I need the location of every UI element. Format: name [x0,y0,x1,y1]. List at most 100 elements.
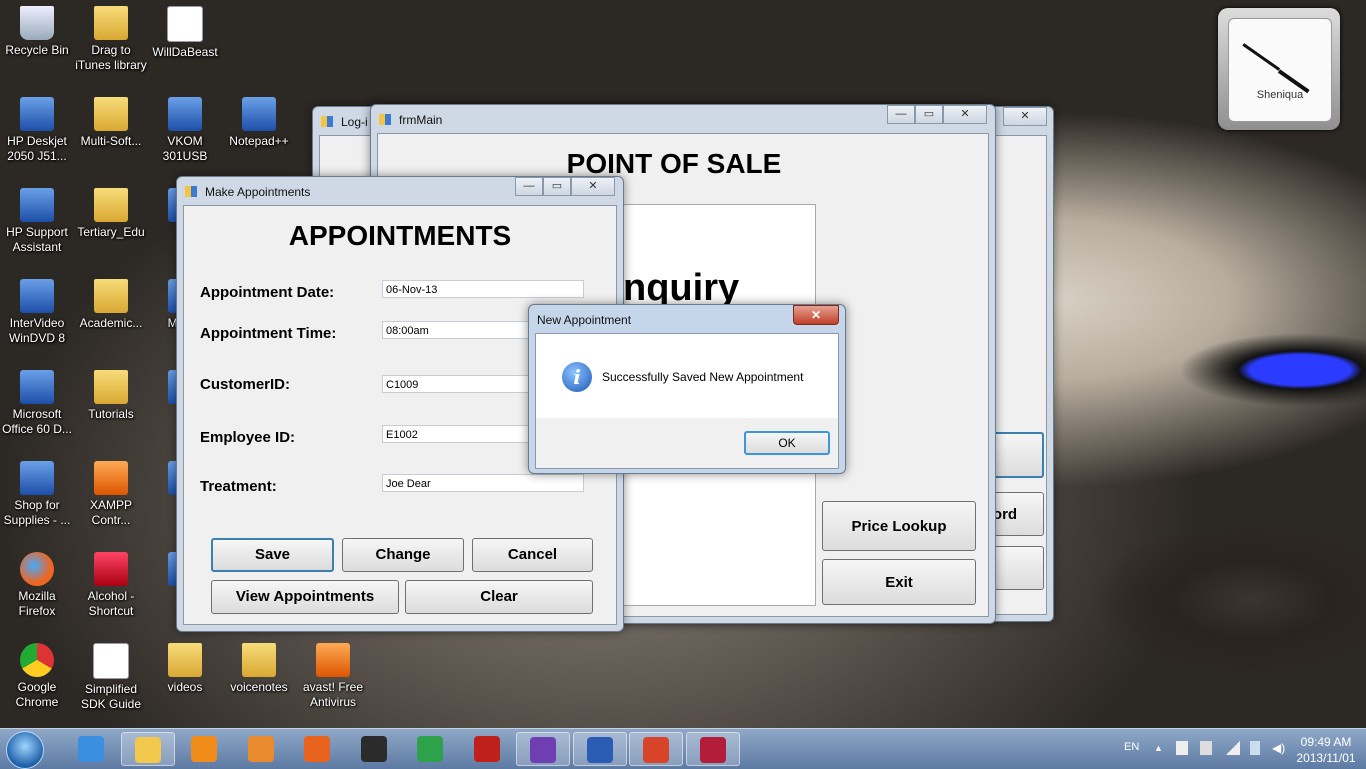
power-icon[interactable] [1250,741,1260,755]
appointments-close-button[interactable]: ✕ [571,177,615,196]
save-button[interactable]: Save [211,538,334,572]
desktop-icon[interactable]: voicenotes [221,643,297,695]
flag-icon[interactable] [1176,741,1188,755]
taskbar-item[interactable] [177,732,231,766]
appointments-maximize-button[interactable]: ▭ [543,177,571,196]
desktop-icon[interactable]: Google Chrome [0,643,75,710]
desktop-icon[interactable]: avast! Free Antivirus [295,643,371,710]
desktop-icon-label: XAMPP Contr... [89,498,132,527]
taskbar-item[interactable] [347,732,401,766]
exit-button[interactable]: Exit [822,559,976,605]
main-minimize-button[interactable]: — [887,105,915,124]
language-indicator[interactable]: EN [1124,741,1139,753]
desktop-icon-label: Microsoft Office 60 D... [2,407,72,436]
clock-gadget[interactable]: Sheniqua [1218,8,1340,130]
desktop-icon[interactable]: InterVideo WinDVD 8 [0,279,75,346]
taskbar-item[interactable] [685,732,740,766]
taskbar-item[interactable] [572,732,627,766]
taskbar-item[interactable] [120,732,175,766]
appointments-titlebar[interactable]: Make Appointments — ▭ ✕ [177,177,623,205]
info-icon: i [562,362,592,392]
clock-face: Sheniqua [1228,18,1332,122]
taskbar-item[interactable] [460,732,514,766]
taskbar-item[interactable] [403,732,457,766]
start-button[interactable] [6,731,44,769]
clock-time[interactable]: 09:49 AM [1286,735,1366,749]
taskbar-item[interactable] [516,732,570,766]
desktop-icon[interactable]: Mozilla Firefox [0,552,75,619]
main-maximize-button[interactable]: ▭ [915,105,943,124]
clear-button[interactable]: Clear [405,580,593,614]
folder-icon [242,643,276,677]
folder-icon [94,279,128,313]
network-signal-icon[interactable] [1226,741,1240,755]
message-box[interactable]: New Appointment ✕ i Successfully Saved N… [528,304,846,474]
desktop-icon[interactable]: Multi-Soft... [73,97,149,149]
desktop-icon[interactable]: Microsoft Office 60 D... [0,370,75,437]
message-box-titlebar[interactable]: New Appointment ✕ [529,305,845,333]
customer-id-label: CustomerID: [200,376,291,393]
main-app-icon [379,114,391,125]
desktop-icon-label: VKOM 301USB [162,134,208,163]
desktop-icon[interactable]: videos [147,643,223,695]
cancel-button[interactable]: Cancel [472,538,593,572]
main-title: frmMain [399,113,443,127]
desktop-icon[interactable]: HP Deskjet 2050 J51... [0,97,75,164]
clock-date[interactable]: 2013/11/01 [1286,751,1366,765]
taskbar-item[interactable] [290,732,344,766]
treatment-field[interactable]: Joe Dear [382,474,584,492]
acrobat-icon [473,736,500,762]
device-icon[interactable] [1200,741,1212,755]
taskbar-item[interactable] [629,732,683,766]
appointment-date-field[interactable]: 06-Nov-13 [382,280,584,298]
appointments-heading: APPOINTMENTS [288,220,512,251]
desktop-icon[interactable]: Simplified SDK Guide [73,643,149,712]
desktop-icon[interactable]: Notepad++ [221,97,297,149]
price-lookup-button[interactable]: Price Lookup [822,501,976,551]
appointment-time-label: Appointment Time: [200,325,337,342]
desktop-icon-label: HP Deskjet 2050 J51... [7,134,67,163]
taskbar: EN ▲ ◀) 09:49 AM 2013/11/01 [0,728,1366,769]
desktop-icon[interactable]: HP Support Assistant [0,188,75,255]
clock-label: Sheniqua [1256,89,1304,101]
desktop-icon[interactable]: XAMPP Contr... [73,461,149,528]
appointment-date-label: Appointment Date: [200,284,335,301]
recycle-bin-icon [20,6,54,40]
desktop-icon-label: Notepad++ [229,134,289,148]
desktop-icon[interactable]: Tertiary_Edu [73,188,149,240]
desktop-icon[interactable]: VKOM 301USB [147,97,223,164]
desktop-icon-label: videos [167,680,203,694]
main-titlebar[interactable]: frmMain — ▭ ✕ [371,105,995,133]
main-close-button[interactable]: ✕ [943,105,987,124]
change-button[interactable]: Change [342,538,464,572]
desktop-icon[interactable]: Academic... [73,279,149,331]
desktop-icon-label: Tertiary_Edu [77,225,145,239]
ok-button[interactable]: OK [744,431,830,455]
taskbar-item[interactable] [64,732,118,766]
alcohol-icon [94,552,128,586]
volume-icon[interactable]: ◀) [1272,741,1285,755]
desktop-icon-label: InterVideo WinDVD 8 [8,316,65,345]
login-title: Log-i [341,115,368,129]
firefox-icon [304,736,330,762]
desktop-icon[interactable]: WillDaBeast [147,6,223,60]
message-box-body: i Successfully Saved New Appointment [536,334,838,418]
word-document-icon [93,643,129,679]
desktop-icon-label: Google Chrome [15,680,59,709]
hp-icon [360,736,387,762]
view-appointments-button[interactable]: View Appointments [211,580,399,614]
desktop-icon[interactable]: Drag to iTunes library [73,6,149,73]
desktop-icon-label: Multi-Soft... [80,134,142,148]
desktop-icon[interactable]: Shop for Supplies - ... [0,461,75,528]
message-box-close-button[interactable]: ✕ [793,305,839,325]
appointments-minimize-button[interactable]: — [515,177,543,196]
desktop-icon-label: HP Support Assistant [6,225,68,254]
login-close-button[interactable]: ✕ [1003,107,1047,126]
desktop-icon[interactable]: Recycle Bin [0,6,75,58]
visual-studio-icon [530,737,556,763]
folder-icon [94,6,128,40]
desktop-icon[interactable]: Tutorials [73,370,149,422]
desktop-icon[interactable]: Alcohol - Shortcut [73,552,149,619]
show-hidden-icons-button[interactable]: ▲ [1154,743,1163,753]
taskbar-item[interactable] [234,732,288,766]
